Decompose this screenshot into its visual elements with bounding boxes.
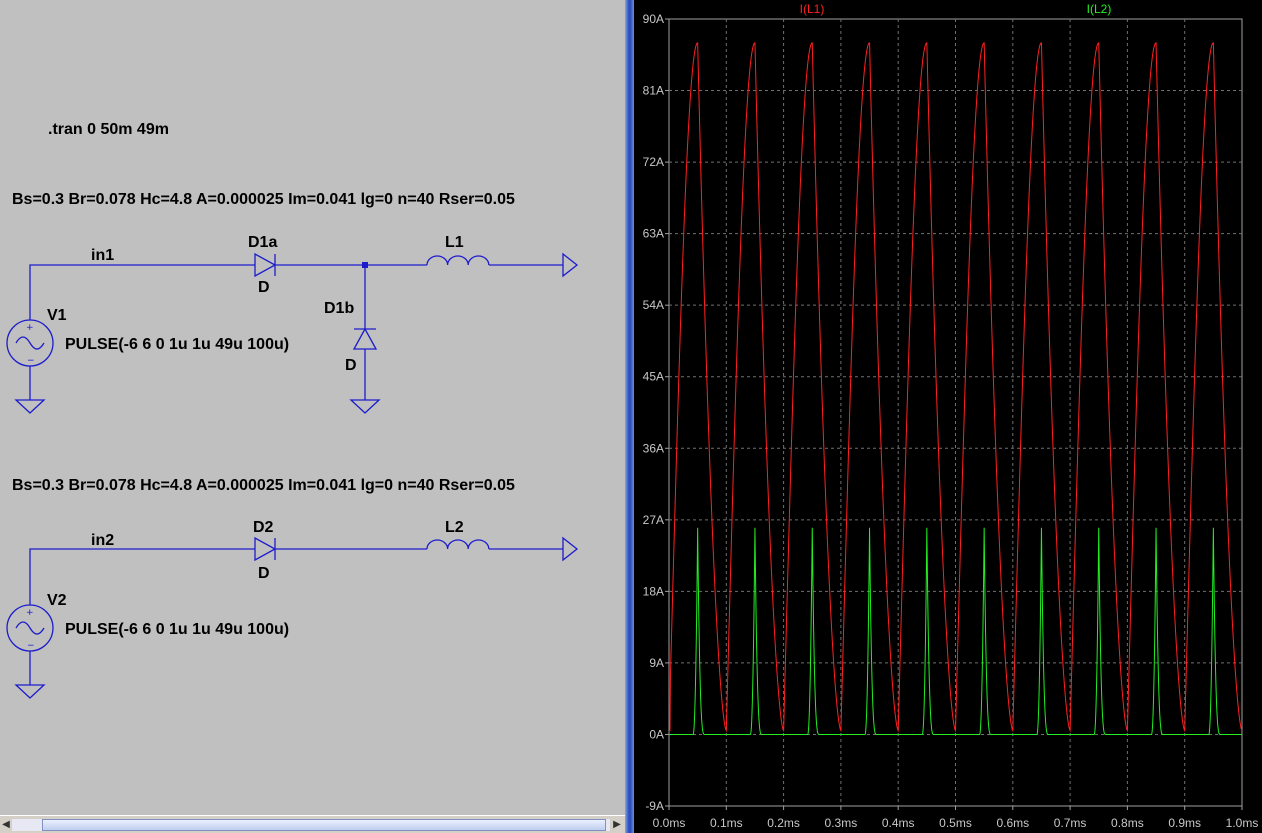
circuit-2: in2 + − V2 PULSE(-6 6 0 1u 1u 49u 100u) … xyxy=(6,519,579,699)
trace-label-i-l2[interactable]: I(L2) xyxy=(1087,2,1112,16)
x-tick-label: 0.5ms xyxy=(939,816,972,830)
y-tick-label: 27A xyxy=(643,513,664,527)
y-tick-label: 36A xyxy=(643,441,664,455)
pane-splitter[interactable] xyxy=(625,0,634,833)
diode-d1a[interactable] xyxy=(254,252,277,278)
x-tick-label: 0.3ms xyxy=(825,816,858,830)
x-tick-label: 1.0ms xyxy=(1226,816,1259,830)
x-tick-label: 0.6ms xyxy=(996,816,1029,830)
tran-directive[interactable]: .tran 0 50m 49m xyxy=(48,121,169,138)
trace-label-i-l1[interactable]: I(L1) xyxy=(800,2,825,16)
schematic-canvas[interactable]: .tran 0 50m 49m Bs=0.3 Br=0.078 Hc=4.8 A… xyxy=(0,0,625,815)
output-port-arrow xyxy=(562,252,579,278)
source-value-v2[interactable]: PULSE(-6 6 0 1u 1u 49u 100u) xyxy=(65,621,289,638)
net-label-in2[interactable]: in2 xyxy=(91,532,114,549)
diode-name-d1a[interactable]: D1a xyxy=(248,234,277,251)
x-tick-label: 0.2ms xyxy=(767,816,800,830)
x-tick-label: 0.8ms xyxy=(1111,816,1144,830)
diode-model-d1b[interactable]: D xyxy=(345,357,357,374)
diode-d2[interactable] xyxy=(254,536,277,562)
x-tick-label: 0.9ms xyxy=(1168,816,1201,830)
y-tick-label: 72A xyxy=(643,155,664,169)
diode-model-d2[interactable]: D xyxy=(258,565,270,582)
scroll-right-arrow-icon[interactable]: ▶ xyxy=(611,818,623,832)
y-tick-label: 90A xyxy=(643,12,664,26)
y-tick-label: -9A xyxy=(645,799,664,813)
y-tick-label: 63A xyxy=(643,227,664,241)
ground-symbol xyxy=(14,399,46,414)
ground-symbol xyxy=(349,399,381,414)
svg-text:+: + xyxy=(26,323,34,333)
inductor-name-l2[interactable]: L2 xyxy=(445,519,464,536)
x-tick-label: 0.7ms xyxy=(1054,816,1087,830)
x-tick-label: 0.0ms xyxy=(653,816,686,830)
y-tick-label: 81A xyxy=(643,84,664,98)
x-tick-label: 0.1ms xyxy=(710,816,743,830)
svg-text:−: − xyxy=(27,356,35,366)
y-tick-label: 0A xyxy=(649,727,664,741)
y-tick-label: 54A xyxy=(643,298,664,312)
horizontal-scrollbar[interactable]: ◀ ▶ xyxy=(0,815,625,833)
net-label-in1[interactable]: in1 xyxy=(91,247,114,264)
diode-model-d1a[interactable]: D xyxy=(258,279,270,296)
scrollbar-thumb[interactable] xyxy=(42,819,606,831)
voltage-source-v2[interactable]: + − xyxy=(6,604,54,652)
diode-d1b[interactable] xyxy=(352,327,378,350)
voltage-source-v1[interactable]: + − xyxy=(6,319,54,367)
source-name-v2[interactable]: V2 xyxy=(47,592,67,609)
source-value-v1[interactable]: PULSE(-6 6 0 1u 1u 49u 100u) xyxy=(65,336,289,353)
output-port-arrow xyxy=(562,536,579,562)
inductor-model-params-1[interactable]: Bs=0.3 Br=0.078 Hc=4.8 A=0.000025 Im=0.0… xyxy=(12,191,515,208)
waveform-plot[interactable]: 90A 81A 72A 63A 54A 45A 36A 27A 18A 9A 0A -9A 0.0ms… xyxy=(634,0,1262,833)
svg-text:−: − xyxy=(27,641,35,651)
schematic-editor[interactable]: .tran 0 50m 49m Bs=0.3 Br=0.078 Hc=4.8 A… xyxy=(0,0,625,833)
waveform-viewer[interactable]: 90A 81A 72A 63A 54A 45A 36A 27A 18A 9A 0A -9A 0.0ms… xyxy=(634,0,1262,833)
y-tick-label: 45A xyxy=(643,370,664,384)
inductor-l1[interactable] xyxy=(426,255,490,266)
inductor-model-params-2[interactable]: Bs=0.3 Br=0.078 Hc=4.8 A=0.000025 Im=0.0… xyxy=(12,477,515,494)
circuit-1: in1 + − V1 PULSE(-6 6 0 1u 1u 49u 100u) … xyxy=(6,234,579,414)
y-tick-label: 9A xyxy=(649,656,664,670)
scroll-left-arrow-icon[interactable]: ◀ xyxy=(0,818,12,832)
diode-name-d2[interactable]: D2 xyxy=(253,519,274,536)
inductor-name-l1[interactable]: L1 xyxy=(445,234,464,251)
source-name-v1[interactable]: V1 xyxy=(47,307,67,324)
svg-text:+: + xyxy=(26,608,34,618)
x-tick-label: 0.4ms xyxy=(882,816,915,830)
inductor-l2[interactable] xyxy=(426,539,490,550)
diode-name-d1b[interactable]: D1b xyxy=(324,300,354,317)
ground-symbol xyxy=(14,684,46,699)
y-tick-label: 18A xyxy=(643,584,664,598)
